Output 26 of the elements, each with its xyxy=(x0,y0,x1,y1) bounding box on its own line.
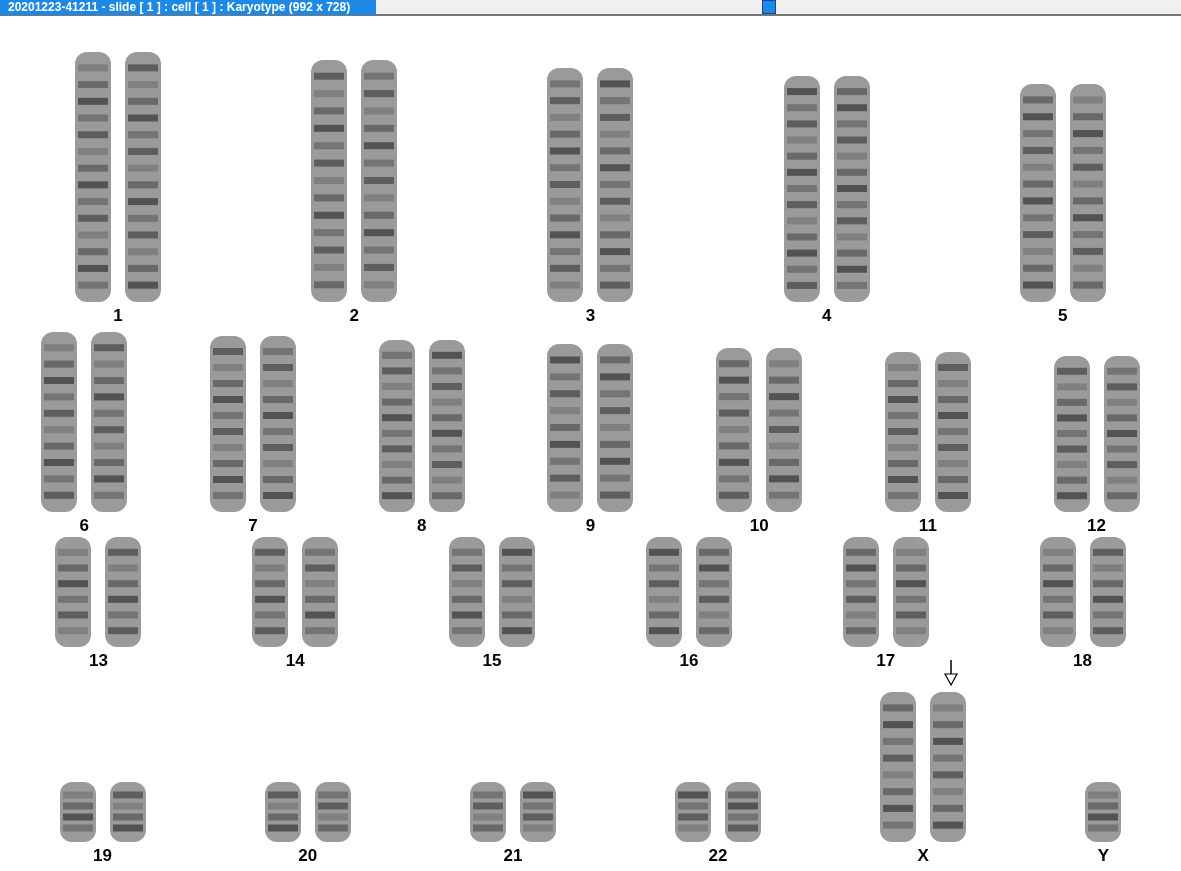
chromosome-label: 4 xyxy=(821,306,832,326)
chromosome-label: 20 xyxy=(298,846,318,866)
chromosome-label: 8 xyxy=(417,516,427,536)
chromosome-label: 2 xyxy=(349,306,359,326)
chromosome-label: 1 xyxy=(113,306,123,326)
chromosome-label: 19 xyxy=(93,846,113,866)
chromosome-label: 13 xyxy=(88,651,108,671)
chromosome-label: 11 xyxy=(918,516,937,536)
chromosome-label: 9 xyxy=(585,516,596,536)
chromosome-label: 18 xyxy=(1073,651,1092,671)
chromosome-label: 15 xyxy=(482,651,502,671)
chromosome-label: 21 xyxy=(503,846,523,866)
chromosome-label: 3 xyxy=(585,306,596,326)
chromosome-label: 14 xyxy=(285,651,305,671)
chromosome-label: 12 xyxy=(1087,516,1106,536)
chromosome-label: 16 xyxy=(679,651,699,671)
chromosome-label: 22 xyxy=(708,846,728,866)
chromosome-label: 17 xyxy=(876,651,896,671)
chromosome-label: 10 xyxy=(749,516,769,536)
scroll-thumb[interactable] xyxy=(762,0,776,14)
chromosome-label: 6 xyxy=(79,516,90,536)
chromosome-label: Y xyxy=(1097,846,1110,866)
chromosome-label: 7 xyxy=(248,516,258,536)
window-title[interactable]: 20201223-41211 - slide [ 1 ] : cell [ 1 ] : Karyotype (992 x 728) xyxy=(0,0,376,15)
chromosome-label: X xyxy=(917,846,929,866)
chromosome-label: 5 xyxy=(1058,306,1068,326)
